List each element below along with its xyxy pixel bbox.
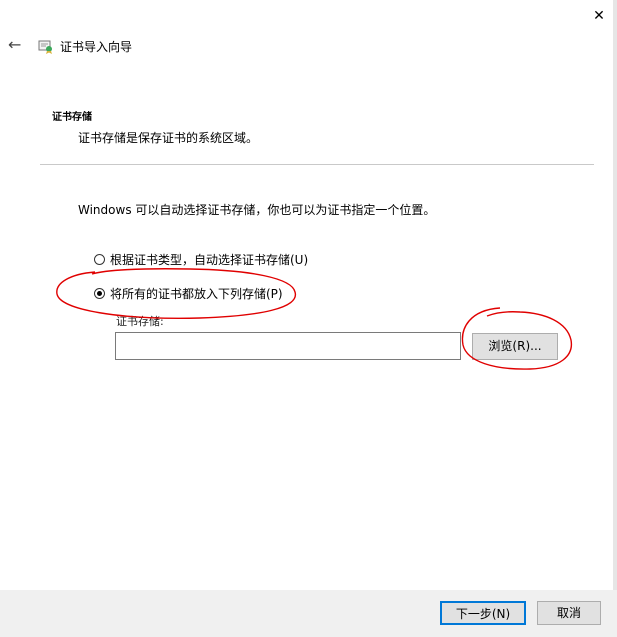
- close-icon[interactable]: ✕: [588, 6, 610, 26]
- section-title: 证书存储: [52, 112, 92, 123]
- radio-button-checked[interactable]: [94, 288, 105, 299]
- radio-label-auto: 根据证书类型，自动选择证书存储(U): [110, 253, 309, 267]
- window-edge: [613, 0, 617, 637]
- browse-button[interactable]: 浏览(R)...: [472, 333, 558, 360]
- red-annotations: [56, 268, 573, 370]
- cancel-button[interactable]: 取消: [537, 601, 601, 625]
- certificate-wizard-icon: [38, 38, 54, 54]
- store-field-label: 证书存储:: [116, 315, 164, 328]
- certificate-store-input[interactable]: [115, 332, 461, 360]
- radio-place-in-store[interactable]: 将所有的证书都放入下列存储(P): [94, 285, 283, 302]
- radio-auto-select-store[interactable]: 根据证书类型，自动选择证书存储(U): [94, 251, 308, 268]
- header-divider: [40, 164, 594, 165]
- radio-button-unchecked[interactable]: [94, 254, 105, 265]
- radio-label-place: 将所有的证书都放入下列存储(P): [110, 287, 283, 301]
- wizard-title: 证书导入向导: [60, 40, 133, 54]
- back-arrow-icon[interactable]: ←: [8, 36, 26, 54]
- section-description: 证书存储是保存证书的系统区域。: [78, 131, 259, 145]
- next-button[interactable]: 下一步(N): [440, 601, 526, 625]
- intro-text: Windows 可以自动选择证书存储，你也可以为证书指定一个位置。: [78, 203, 436, 217]
